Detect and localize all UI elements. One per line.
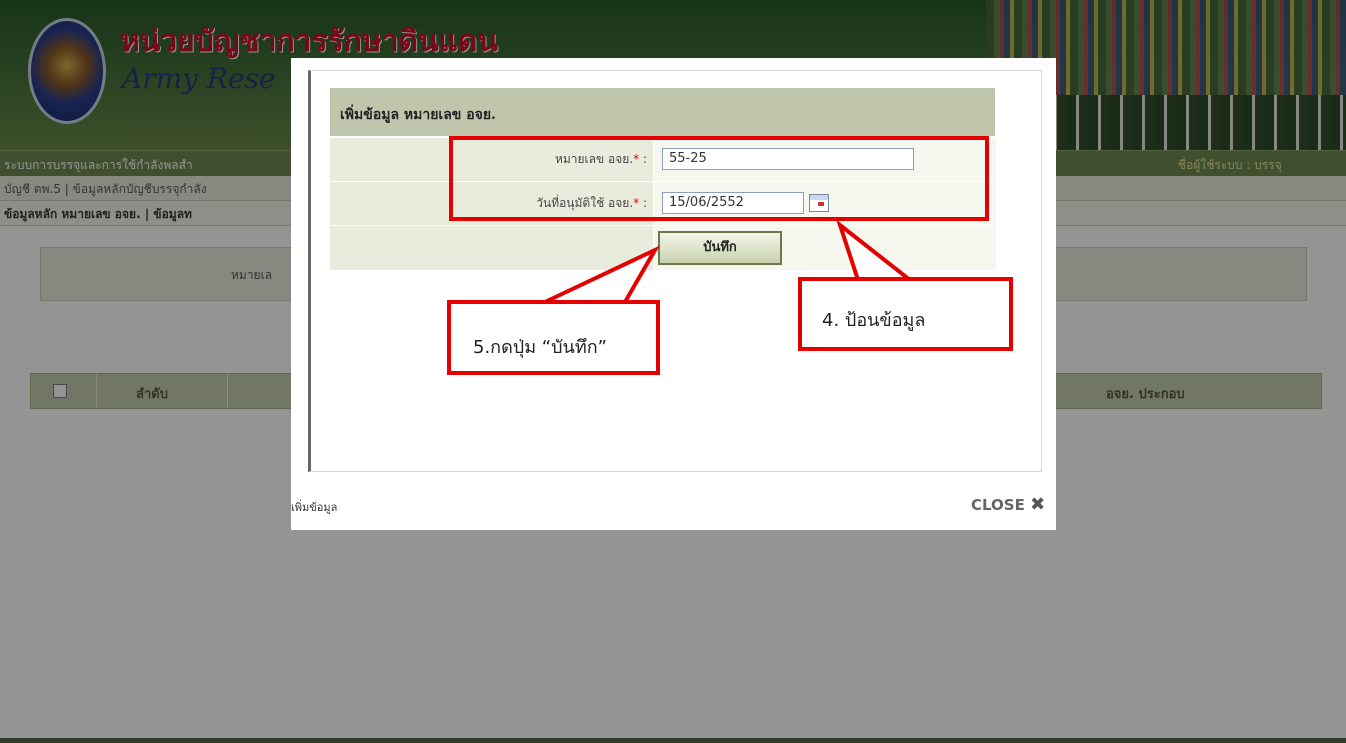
step4-text: 4. ป้อนข้อมูล — [822, 310, 926, 331]
form-title-bar: เพิ่มข้อมูล หมายเลข อจย. — [330, 88, 995, 136]
step4-callout: 4. ป้อนข้อมูล — [798, 277, 1013, 351]
close-x-icon: ✖ — [1030, 494, 1046, 515]
close-label: CLOSE — [971, 496, 1025, 514]
form-title: เพิ่มข้อมูล หมายเลข อจย. — [340, 107, 496, 123]
step5-callout: 5.กดปุ่ม “บันทึก” — [447, 300, 660, 375]
modal-footer-title: เพิ่มข้อมูล — [291, 501, 338, 514]
form-label-cell — [330, 226, 653, 270]
save-button[interactable]: บันทึก — [658, 231, 782, 265]
input-highlight-box — [449, 136, 989, 221]
step5-text: 5.กดปุ่ม “บันทึก” — [473, 337, 607, 358]
close-button[interactable]: CLOSE ✖ — [971, 494, 1045, 515]
